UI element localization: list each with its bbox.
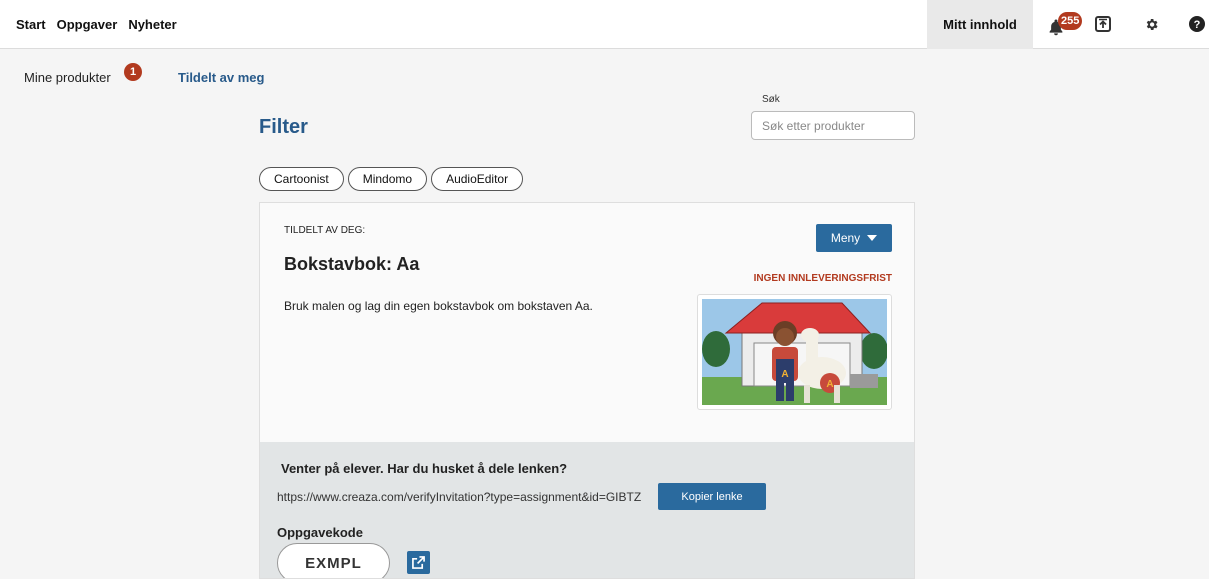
help-icon[interactable]: ? (1187, 14, 1207, 34)
search-label: Søk (762, 94, 780, 105)
chip-cartoonist[interactable]: Cartoonist (259, 167, 344, 191)
notification-badge: 255 (1058, 12, 1083, 30)
waiting-message: Venter på elever. Har du husket å dele l… (281, 461, 568, 476)
nav-oppgaver[interactable]: Oppgaver (57, 17, 118, 32)
mine-produkter-badge: 1 (124, 63, 142, 81)
invite-link[interactable]: https://www.creaza.com/verifyInvitation?… (277, 490, 641, 504)
assignment-card-top: TILDELT AV DEG: Meny Bokstavbok: Aa INGE… (260, 203, 914, 442)
assigned-label: TILDELT AV DEG: (284, 225, 366, 236)
chip-audioeditor[interactable]: AudioEditor (431, 167, 524, 191)
top-bar: Start Oppgaver Nyheter Mitt innhold 255 … (0, 0, 1209, 49)
share-section: Venter på elever. Har du husket å dele l… (260, 442, 914, 578)
assignment-description: Bruk malen og lag din egen bokstavbok om… (284, 299, 593, 313)
assignment-title: Bokstavbok: Aa (284, 254, 420, 274)
menu-button[interactable]: Meny (816, 224, 892, 252)
nav-nyheter[interactable]: Nyheter (128, 17, 176, 32)
menu-button-label: Meny (830, 231, 861, 245)
top-nav: Start Oppgaver Nyheter (16, 0, 177, 49)
cartoon-thumbnail-image: A A (702, 299, 888, 405)
sub-nav: Mine produkter (24, 70, 111, 85)
assignment-code: EXMPL (277, 543, 390, 578)
svg-text:?: ? (1194, 19, 1201, 31)
assignment-thumbnail[interactable]: A A (697, 294, 892, 410)
upload-icon[interactable] (1093, 14, 1113, 34)
external-link-icon[interactable] (407, 551, 430, 574)
tab-mine-produkter[interactable]: Mine produkter (24, 70, 111, 85)
filter-title: Filter (259, 116, 308, 138)
copy-link-button[interactable]: Kopier lenke (658, 483, 766, 510)
search-input[interactable] (751, 111, 915, 140)
gear-icon[interactable] (1141, 14, 1161, 34)
assignment-card: TILDELT AV DEG: Meny Bokstavbok: Aa INGE… (259, 202, 915, 579)
svg-text:A: A (781, 369, 788, 380)
svg-text:A: A (826, 379, 833, 390)
nav-start[interactable]: Start (16, 17, 46, 32)
deadline-label: INGEN INNLEVERINGSFRIST (753, 273, 892, 284)
chip-mindomo[interactable]: Mindomo (347, 167, 428, 191)
tab-tildelt-av-meg[interactable]: Tildelt av meg (178, 70, 264, 85)
filter-chips: Cartoonist Mindomo AudioEditor (259, 167, 524, 191)
caret-down-icon (867, 235, 878, 241)
assignment-code-label: Oppgavekode (277, 525, 363, 540)
mitt-innhold-tab[interactable]: Mitt innhold (927, 0, 1033, 49)
